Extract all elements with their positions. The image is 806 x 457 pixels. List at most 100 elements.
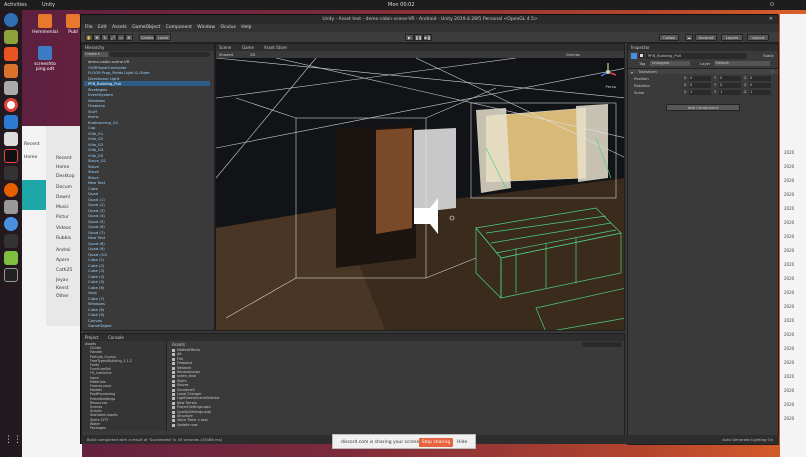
hierarchy-row[interactable]: Quad (6): [88, 224, 105, 229]
hierarchy-row[interactable]: Stove: [88, 175, 99, 180]
hierarchy-row[interactable]: Cube (3): [88, 268, 104, 273]
static-toggle[interactable]: Static: [763, 53, 774, 58]
menu-edit[interactable]: Edit: [98, 25, 107, 30]
account-button[interactable]: Account: [695, 34, 717, 41]
transform-y-input[interactable]: 0: [719, 76, 741, 81]
document-icon[interactable]: [4, 132, 18, 146]
scene-view[interactable]: Scene Game Asset Store Shaded 2D Gizmos: [215, 43, 625, 331]
asset-file[interactable]: MattesEffects: [177, 348, 200, 352]
files-header-home[interactable]: Home: [24, 155, 37, 160]
hierarchy-row[interactable]: Quad (9): [88, 246, 105, 251]
firefox-icon[interactable]: [4, 183, 18, 197]
hierarchy-row[interactable]: Cube (1): [88, 257, 104, 262]
files-item[interactable]: Apern: [56, 258, 69, 263]
asset-file[interactable]: Lanal Changer: [177, 392, 202, 396]
add-component-button[interactable]: Add Component: [666, 104, 740, 111]
menu-oculus[interactable]: Oculus: [220, 25, 235, 30]
rotate-tool-button[interactable]: ↻: [101, 34, 109, 41]
hierarchy-row[interactable]: PFB_Building_Pull: [84, 81, 210, 86]
hierarchy-row[interactable]: Cube (5): [88, 279, 104, 284]
object-name-field[interactable]: PFB_Building_Pull: [646, 53, 746, 59]
project-breadcrumb[interactable]: Assets: [172, 342, 185, 347]
transform-header[interactable]: ▾ Transform ⋮: [628, 68, 778, 75]
files-item[interactable]: Docum: [56, 185, 72, 190]
close-icon[interactable]: ✕: [769, 16, 773, 22]
hide-button[interactable]: Hide: [457, 435, 467, 450]
asset-file[interactable]: Rousbassings: [177, 370, 200, 374]
step-button[interactable]: ▶❚: [423, 34, 432, 41]
tab-console[interactable]: Console: [108, 335, 124, 340]
hierarchy-row[interactable]: Quad (2): [88, 202, 105, 207]
hierarchy-row[interactable]: Cup: [88, 125, 95, 130]
layout-button[interactable]: Layout: [747, 34, 769, 41]
status-message[interactable]: Build completed with a result of 'Succee…: [87, 437, 222, 442]
layers-button[interactable]: Layers: [721, 34, 743, 41]
asset-file[interactable]: Sondsmell: [177, 388, 195, 392]
hierarchy-row[interactable]: Villa_G1: [88, 131, 103, 136]
hierarchy-row[interactable]: Villa_G4: [88, 147, 103, 152]
component-menu-icon[interactable]: ⋮: [770, 69, 774, 74]
gizmos-dropdown[interactable]: Gizmos: [566, 52, 580, 57]
hierarchy-row[interactable]: Strategies: [88, 87, 107, 92]
asset-file[interactable]: ProjectSettings.aspl: [177, 405, 211, 409]
project-folder[interactable]: Packages: [90, 426, 106, 430]
files-item[interactable]: Pictur: [56, 215, 69, 220]
hierarchy-row[interactable]: Stove: [88, 169, 99, 174]
asset-file[interactable]: sceen_thse: [177, 374, 196, 378]
hierarchy-row[interactable]: Stuff: [88, 109, 97, 114]
hierarchy-row[interactable]: Directional Light: [88, 76, 119, 81]
hierarchy-row[interactable]: Cube (6): [88, 285, 104, 290]
hierarchy-row[interactable]: Villa_G2: [88, 136, 103, 141]
asset-file[interactable]: Network: [177, 366, 191, 370]
transform-z-input[interactable]: 1: [749, 90, 771, 95]
files-header-recent[interactable]: Recent: [24, 142, 40, 147]
app-menu[interactable]: Unity: [42, 0, 55, 10]
hierarchy-row[interactable]: Quad (8): [88, 241, 105, 246]
hand-tool-button[interactable]: ✋: [85, 34, 93, 41]
files-item[interactable]: Jeyav: [56, 278, 68, 283]
hierarchy-search-input[interactable]: [110, 52, 210, 57]
hierarchy-row[interactable]: New Text: [88, 235, 105, 240]
files-item[interactable]: Downl: [56, 195, 70, 200]
scene-gizmo[interactable]: [598, 62, 618, 82]
hierarchy-row[interactable]: Cube: [88, 186, 98, 191]
files-item[interactable]: Cath25: [56, 268, 72, 273]
files-item[interactable]: Kenst: [56, 286, 68, 291]
project-search-input[interactable]: [582, 342, 622, 347]
create-dropdown[interactable]: Create ▾: [84, 52, 108, 57]
play-button[interactable]: ▶: [405, 34, 414, 41]
tag-dropdown[interactable]: Untagged: [650, 61, 690, 66]
hierarchy-row[interactable]: Cube (4): [88, 274, 104, 279]
hierarchy-row[interactable]: EventSystem: [88, 92, 113, 97]
files-icon[interactable]: [4, 81, 18, 95]
terminal-icon[interactable]: [4, 30, 18, 44]
hierarchy-row[interactable]: Cube (8): [88, 307, 104, 312]
shading-mode-dropdown[interactable]: Shaded: [219, 52, 233, 57]
files-item[interactable]: Recent: [56, 156, 72, 161]
clock[interactable]: Mon 00:02: [388, 0, 415, 10]
move-tool-button[interactable]: ✥: [93, 34, 101, 41]
hierarchy-row[interactable]: FLOOR Prop_Fields Light & Other: [88, 70, 150, 75]
menu-window[interactable]: Window: [197, 25, 215, 30]
menu-component[interactable]: Component: [166, 25, 192, 30]
active-checkbox[interactable]: [639, 53, 644, 58]
scale-tool-button[interactable]: ⤢: [109, 34, 117, 41]
asset-file[interactable]: Stoves: [177, 383, 188, 387]
asset-file[interactable]: LightGameSceneSelector: [177, 396, 220, 400]
asset-file[interactable]: Fireplace: [177, 361, 192, 365]
transform-x-input[interactable]: 0: [689, 76, 711, 81]
hierarchy-row[interactable]: Quad: [88, 191, 98, 196]
hierarchy-row[interactable]: Quad (3): [88, 208, 105, 213]
transform-y-input[interactable]: 0: [719, 83, 741, 88]
asset-file[interactable]: Fire: [177, 357, 183, 361]
transform-x-input[interactable]: 0: [689, 83, 711, 88]
menu-assets[interactable]: Assets: [112, 25, 127, 30]
hierarchy-row[interactable]: Villa_G3: [88, 142, 103, 147]
vscode-icon[interactable]: [4, 115, 18, 129]
hierarchy-row[interactable]: Cube (2): [88, 263, 104, 268]
settings-icon[interactable]: [4, 64, 18, 78]
asset-file[interactable]: New Terrain: [177, 401, 197, 405]
transform-z-input[interactable]: 0: [749, 76, 771, 81]
inspector-tab[interactable]: Inspector: [628, 44, 778, 51]
hierarchy-row[interactable]: OVRPlayerController: [88, 65, 127, 70]
